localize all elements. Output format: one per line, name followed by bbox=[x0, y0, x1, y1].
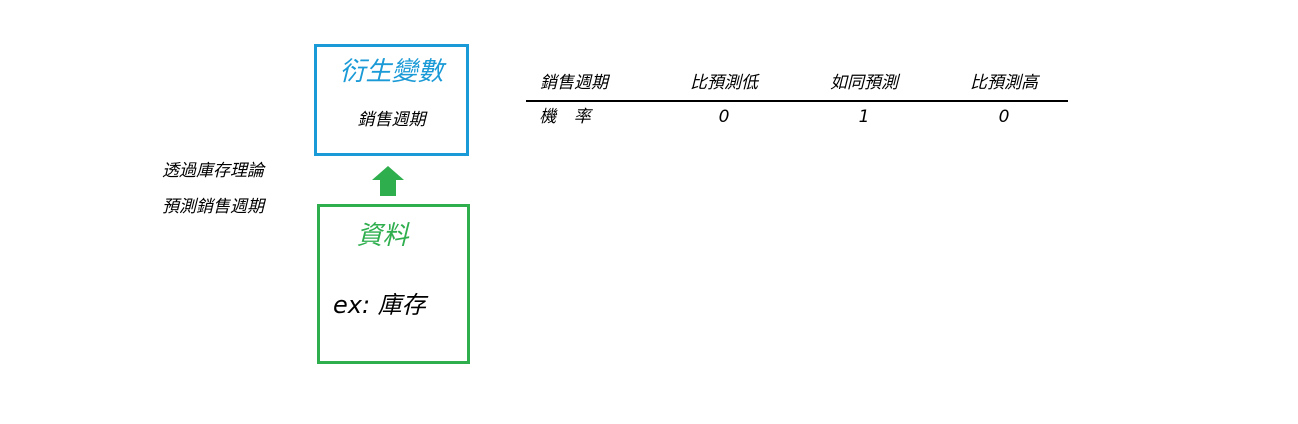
table-header-row: 銷售週期 比預測低 如同預測 比預測高 bbox=[526, 70, 1068, 102]
derived-variable-box: 衍生變數 銷售週期 bbox=[314, 44, 469, 156]
table-header-cell: 比預測高 bbox=[970, 73, 1038, 93]
table-row: 機 率 0 1 0 bbox=[526, 102, 1068, 132]
table-header-cell: 比預測低 bbox=[690, 73, 758, 93]
table-cell: 1 bbox=[858, 107, 870, 127]
table-cell: 機 率 bbox=[539, 107, 597, 127]
side-note-line-1: 透過庫存理論 bbox=[162, 161, 264, 181]
table-cell: 0 bbox=[718, 107, 730, 127]
derived-variable-title: 衍生變數 bbox=[339, 57, 444, 87]
table-header-cell: 銷售週期 bbox=[540, 73, 608, 93]
arrow-up-icon bbox=[372, 166, 404, 196]
data-box-example: ex: 庫存 bbox=[333, 291, 426, 319]
probability-table: 銷售週期 比預測低 如同預測 比預測高 機 率 0 1 0 bbox=[526, 70, 1068, 132]
data-box-title: 資料 bbox=[356, 221, 409, 251]
side-note-line-2: 預測銷售週期 bbox=[162, 197, 264, 217]
table-cell: 0 bbox=[998, 107, 1010, 127]
table-header-cell: 如同預測 bbox=[830, 73, 898, 93]
derived-variable-subtitle: 銷售週期 bbox=[357, 110, 426, 130]
data-box: 資料 ex: 庫存 bbox=[317, 204, 470, 364]
